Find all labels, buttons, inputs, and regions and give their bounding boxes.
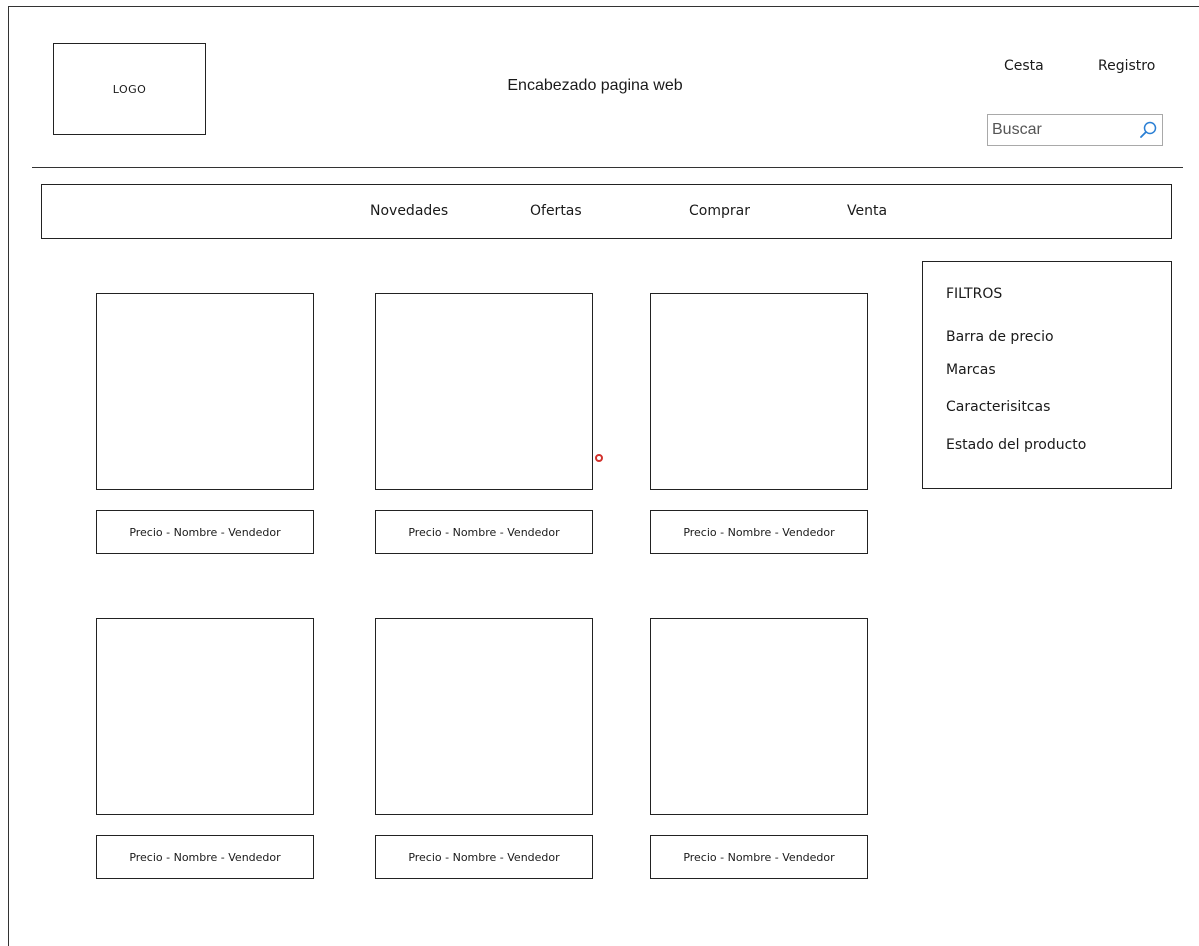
product-image[interactable] — [650, 293, 868, 490]
logo[interactable]: LOGO — [53, 43, 206, 135]
filters-title: FILTROS — [946, 286, 1003, 302]
filter-product-state[interactable]: Estado del producto — [946, 437, 1086, 453]
register-link[interactable]: Registro — [1098, 58, 1155, 74]
product-label[interactable]: Precio - Nombre - Vendedor — [96, 510, 314, 554]
header-divider — [32, 167, 1183, 168]
product-image[interactable] — [375, 293, 593, 490]
product-image[interactable] — [650, 618, 868, 815]
product-image[interactable] — [375, 618, 593, 815]
nav-bar — [41, 184, 1172, 239]
search-box — [987, 114, 1163, 146]
nav-item-ofertas[interactable]: Ofertas — [530, 203, 582, 219]
nav-item-comprar[interactable]: Comprar — [689, 203, 750, 219]
product-image[interactable] — [96, 293, 314, 490]
cart-link[interactable]: Cesta — [1004, 58, 1044, 74]
product-label[interactable]: Precio - Nombre - Vendedor — [375, 510, 593, 554]
product-label[interactable]: Precio - Nombre - Vendedor — [650, 835, 868, 879]
search-input[interactable] — [988, 115, 1128, 145]
product-image[interactable] — [96, 618, 314, 815]
filter-price-bar[interactable]: Barra de precio — [946, 329, 1054, 345]
filter-features[interactable]: Caracterisitcas — [946, 399, 1050, 415]
product-label[interactable]: Precio - Nombre - Vendedor — [650, 510, 868, 554]
logo-text: LOGO — [112, 82, 147, 96]
filter-brands[interactable]: Marcas — [946, 362, 996, 378]
resize-handle-marker — [595, 454, 603, 462]
nav-item-venta[interactable]: Venta — [847, 203, 887, 219]
product-label[interactable]: Precio - Nombre - Vendedor — [375, 835, 593, 879]
product-label[interactable]: Precio - Nombre - Vendedor — [96, 835, 314, 879]
nav-item-novedades[interactable]: Novedades — [370, 203, 448, 219]
search-icon[interactable] — [1138, 120, 1158, 140]
page-title: Encabezado pagina web — [507, 77, 683, 94]
